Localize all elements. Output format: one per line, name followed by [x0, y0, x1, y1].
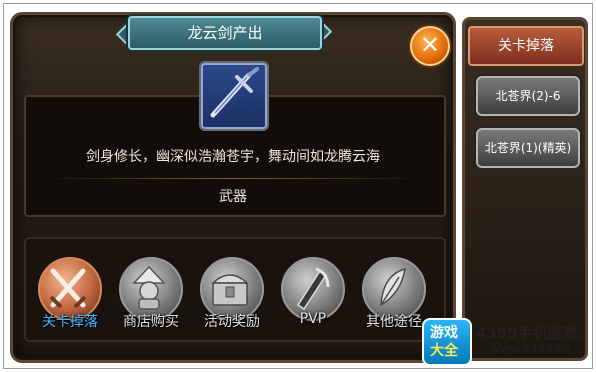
source-label: 关卡掉落	[42, 314, 98, 330]
description-divider	[40, 178, 426, 179]
drop-list-panel	[462, 17, 588, 361]
stage-button[interactable]: 北苍界(2)-6	[476, 76, 580, 116]
feather-icon	[380, 267, 406, 307]
source-button-event-reward[interactable]: 活动奖励	[195, 245, 269, 335]
pvp-sword-icon	[296, 267, 330, 311]
close-button[interactable]: ✕	[410, 26, 450, 66]
merchant-icon	[132, 265, 166, 310]
source-button-shop[interactable]: 商店购买	[114, 245, 188, 335]
close-icon: ✕	[419, 31, 441, 59]
logo-badge-top: 游戏	[430, 325, 458, 341]
logo-badge-bottom: 大全	[430, 343, 458, 359]
logo-badge: 游戏 大全	[422, 318, 472, 366]
site-watermark: 游戏 大全 4399手机游戏 www.4399.cn	[422, 318, 592, 366]
source-button-stage-drop[interactable]: 关卡掉落	[33, 245, 107, 335]
source-button-other[interactable]: 其他途径	[357, 245, 431, 335]
treasure-chest-icon	[211, 274, 249, 306]
logo-name: 4399手机游戏	[476, 324, 578, 342]
item-type: 武器	[219, 189, 247, 205]
source-button-pvp[interactable]: PVP	[276, 245, 350, 335]
logo-url: www.4399.cn	[490, 342, 571, 356]
item-description: 剑身修长，幽深似浩瀚苍宇，舞动间如龙腾云海	[86, 149, 380, 165]
source-label: 活动奖励	[204, 314, 260, 330]
stage-button[interactable]: 北苍界(1)(精英)	[476, 128, 580, 168]
sword-icon	[210, 67, 259, 118]
crossed-swords-icon	[49, 268, 87, 309]
drop-list-header: 关卡掉落	[468, 26, 584, 66]
dialog-title: 龙云剑产出	[128, 16, 322, 50]
source-label: PVP	[299, 311, 327, 327]
source-label: 商店购买	[123, 314, 179, 330]
item-slot[interactable]	[199, 61, 269, 131]
